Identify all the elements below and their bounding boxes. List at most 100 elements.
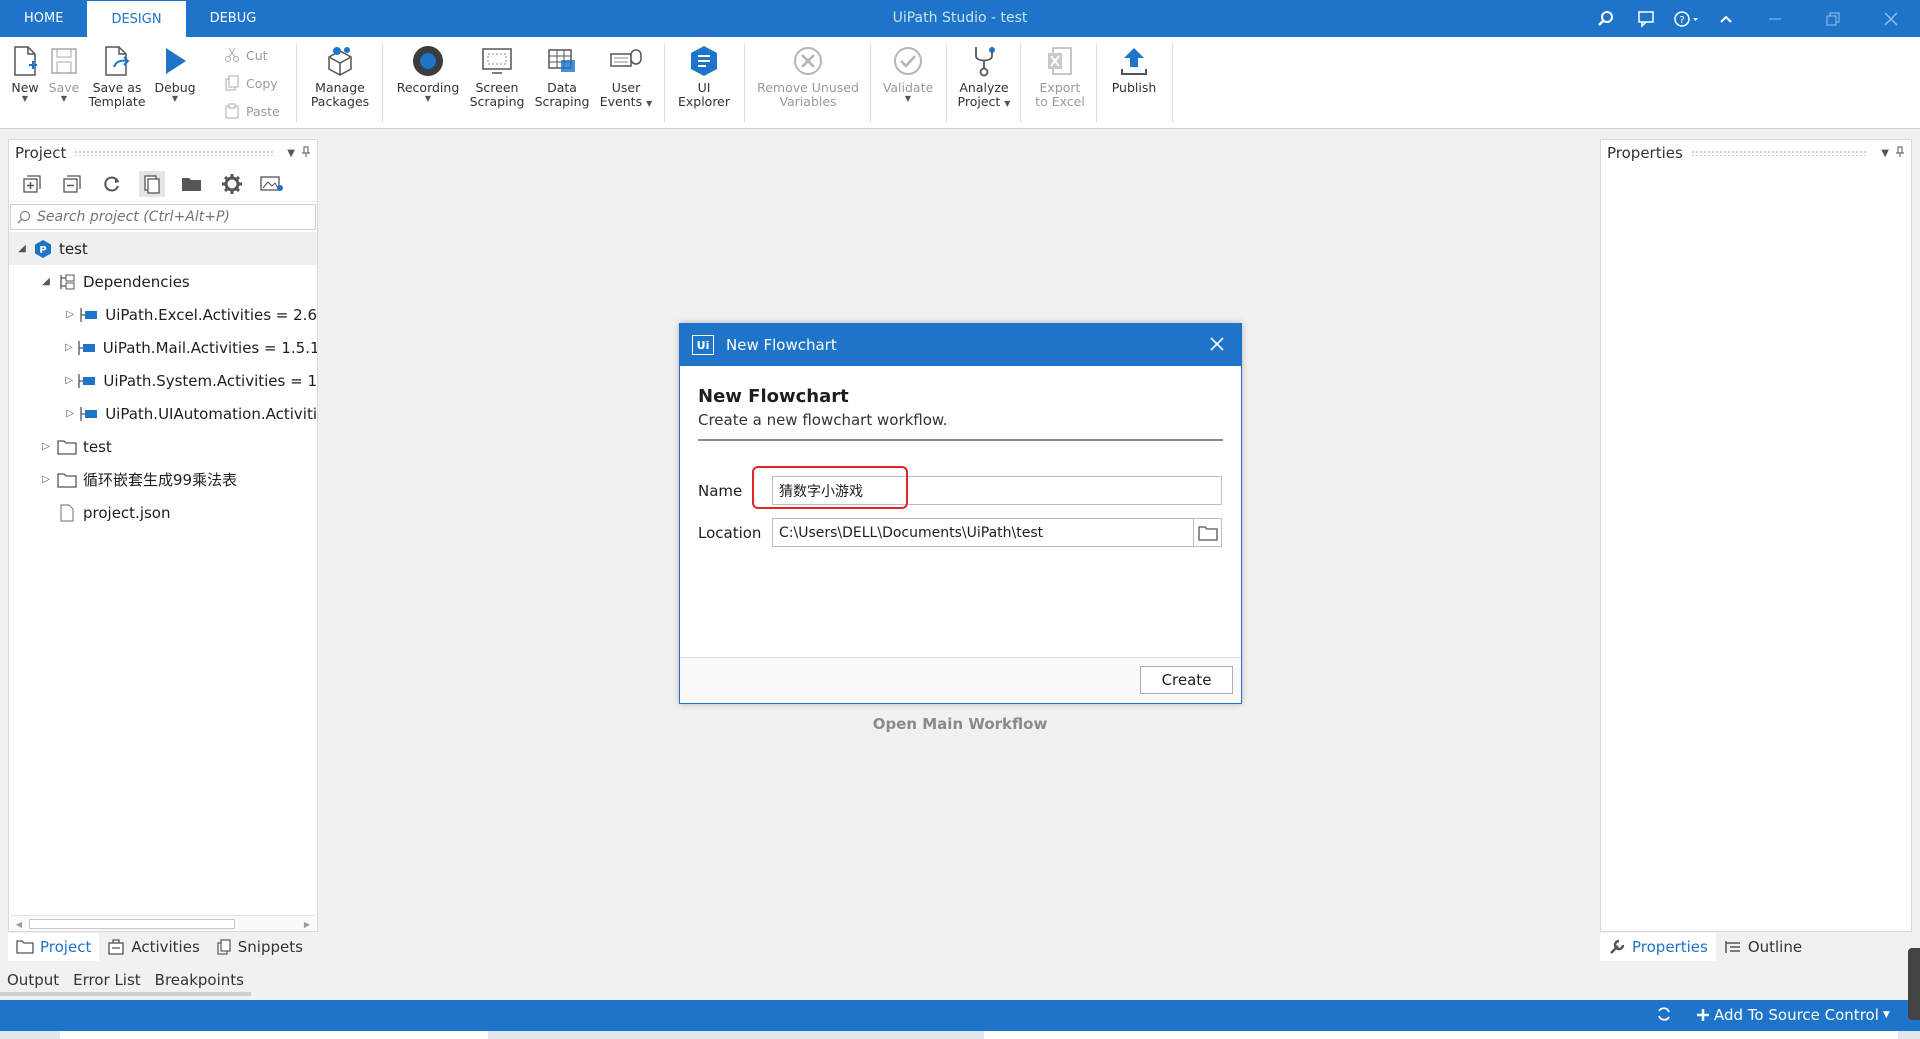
tab-output[interactable]: Output: [0, 968, 67, 996]
refresh-icon[interactable]: [99, 171, 125, 197]
excel-icon: [1042, 43, 1078, 79]
tree-node-project-root[interactable]: ◢ P test: [9, 232, 317, 265]
settings-gear-icon[interactable]: [219, 171, 245, 197]
scrollbar-thumb[interactable]: [29, 919, 235, 929]
create-button[interactable]: Create: [1140, 666, 1233, 694]
expand-all-icon[interactable]: [19, 171, 45, 197]
tab-error-list[interactable]: Error List: [66, 968, 148, 996]
scroll-right-icon[interactable]: ▶: [299, 916, 315, 932]
project-search-input[interactable]: [37, 209, 287, 225]
svg-text:?: ?: [1679, 15, 1684, 26]
tab-activities[interactable]: Activities: [99, 933, 207, 961]
collapsed-arrow-icon[interactable]: ▷: [65, 342, 73, 353]
tab-outline[interactable]: Outline: [1716, 933, 1810, 961]
tab-design[interactable]: DESIGN: [87, 1, 186, 37]
save-button[interactable]: Save ▼: [46, 43, 82, 103]
tree-node-dependencies[interactable]: ◢ Dependencies: [9, 265, 317, 298]
add-to-source-control-button[interactable]: Add To Source Control ▼: [1696, 1006, 1890, 1024]
location-row: Location: [698, 518, 1222, 547]
tab-home[interactable]: HOME: [0, 0, 87, 37]
new-file-icon: [7, 43, 43, 79]
tree-node-dep-excel[interactable]: ▷ UiPath.Excel.Activities = 2.6: [9, 298, 317, 331]
tree-node-dep-system[interactable]: ▷ UiPath.System.Activities = 1: [9, 364, 317, 397]
copy-button[interactable]: Copy: [224, 73, 280, 93]
tab-project[interactable]: Project: [8, 933, 100, 961]
minimize-icon[interactable]: [1746, 0, 1804, 37]
tree-label: project.json: [83, 503, 171, 522]
package-icon: [79, 405, 99, 423]
pin-icon[interactable]: [301, 146, 311, 161]
image-settings-icon[interactable]: [259, 171, 285, 197]
collapse-ribbon-icon[interactable]: [1706, 0, 1746, 37]
collapsed-arrow-icon[interactable]: ▷: [65, 408, 75, 419]
browse-folder-button[interactable]: [1193, 519, 1221, 546]
package-icon: [79, 306, 99, 324]
collapsed-arrow-icon[interactable]: ▷: [39, 441, 53, 452]
tree-node-folder-test[interactable]: ▷ test: [9, 430, 317, 463]
project-search-box[interactable]: [10, 204, 316, 230]
close-icon[interactable]: [1209, 333, 1225, 358]
recording-button[interactable]: Recording ▼: [392, 43, 464, 103]
show-all-files-icon[interactable]: [139, 170, 165, 197]
tree-node-dep-mail[interactable]: ▷ UiPath.Mail.Activities = 1.5.1: [9, 331, 317, 364]
panel-drag-handle[interactable]: [74, 150, 274, 156]
export-to-excel-button[interactable]: Export to Excel: [1030, 43, 1090, 109]
open-main-workflow-link[interactable]: Open Main Workflow: [680, 715, 1240, 733]
project-panel: Project ▼ ◢: [8, 139, 318, 932]
uipath-logo: Ui: [692, 335, 714, 355]
close-icon[interactable]: [1862, 0, 1920, 37]
data-scraping-button[interactable]: Data Scraping: [532, 43, 592, 109]
caret-icon: ▼: [646, 99, 653, 108]
debug-button[interactable]: Debug ▼: [152, 43, 198, 103]
tab-debug[interactable]: DEBUG: [186, 0, 281, 37]
restore-icon[interactable]: [1804, 0, 1862, 37]
paste-button[interactable]: Paste: [224, 101, 280, 121]
manage-packages-button[interactable]: Manage Packages: [306, 43, 374, 109]
collapsed-arrow-icon[interactable]: ▷: [65, 309, 75, 320]
tree-node-folder-loop[interactable]: ▷ 循环嵌套生成99乘法表: [9, 463, 317, 496]
user-events-button[interactable]: User Events ▼: [596, 43, 656, 109]
ribbon-separator: [744, 43, 745, 123]
ui-explorer-button[interactable]: UI Explorer: [674, 43, 734, 109]
collapsed-arrow-icon[interactable]: ▷: [39, 474, 53, 485]
analyze-project-button[interactable]: Analyze Project ▼: [954, 43, 1014, 109]
side-scroll-handle[interactable]: [1908, 948, 1920, 1020]
tree-node-project-json[interactable]: project.json: [9, 496, 317, 529]
feedback-icon[interactable]: [1626, 0, 1666, 37]
tab-breakpoints[interactable]: Breakpoints: [147, 968, 251, 996]
horizontal-scrollbar[interactable]: ◀ ▶: [11, 915, 315, 931]
cut-label: Cut: [246, 47, 268, 63]
project-panel-title: Project: [15, 144, 67, 162]
collapse-all-icon[interactable]: [59, 171, 85, 197]
expanded-arrow-icon[interactable]: ◢: [39, 276, 53, 287]
publish-button[interactable]: Publish: [1104, 43, 1164, 95]
dialog-title-bar: Ui New Flowchart: [680, 324, 1241, 366]
panel-drag-handle[interactable]: [1690, 150, 1868, 156]
pin-icon[interactable]: [1895, 146, 1905, 161]
expanded-arrow-icon[interactable]: ◢: [15, 243, 29, 254]
validate-button[interactable]: Validate ▼: [878, 43, 938, 103]
scroll-left-icon[interactable]: ◀: [11, 916, 27, 932]
export-label-1: Export: [1039, 80, 1081, 95]
panel-dropdown-icon[interactable]: ▼: [287, 148, 295, 159]
help-icon[interactable]: ?: [1666, 0, 1706, 37]
cut-button[interactable]: Cut: [224, 45, 280, 65]
location-input[interactable]: [773, 519, 1193, 546]
tab-snippets[interactable]: Snippets: [208, 933, 311, 961]
remove-unused-variables-button[interactable]: Remove Unused Variables: [754, 43, 862, 109]
panel-dropdown-icon[interactable]: ▼: [1881, 148, 1889, 159]
dialog-subtitle: Create a new flowchart workflow.: [698, 411, 1223, 441]
tab-label: Properties: [1632, 938, 1708, 956]
save-as-template-button[interactable]: Save as Template: [86, 43, 148, 109]
tab-properties[interactable]: Properties: [1600, 933, 1716, 961]
tree-node-dep-uiautomation[interactable]: ▷ UiPath.UIAutomation.Activiti: [9, 397, 317, 430]
sync-icon[interactable]: [1656, 1006, 1672, 1026]
open-folder-icon[interactable]: [179, 171, 205, 197]
user-label-1: User: [611, 80, 641, 95]
screen-scraping-button[interactable]: Screen Scraping: [466, 43, 528, 109]
name-input[interactable]: [772, 476, 1222, 505]
collapsed-arrow-icon[interactable]: ▷: [65, 375, 73, 386]
remove-icon: [790, 43, 826, 79]
new-button[interactable]: New ▼: [8, 43, 42, 103]
search-icon[interactable]: [1586, 0, 1626, 37]
